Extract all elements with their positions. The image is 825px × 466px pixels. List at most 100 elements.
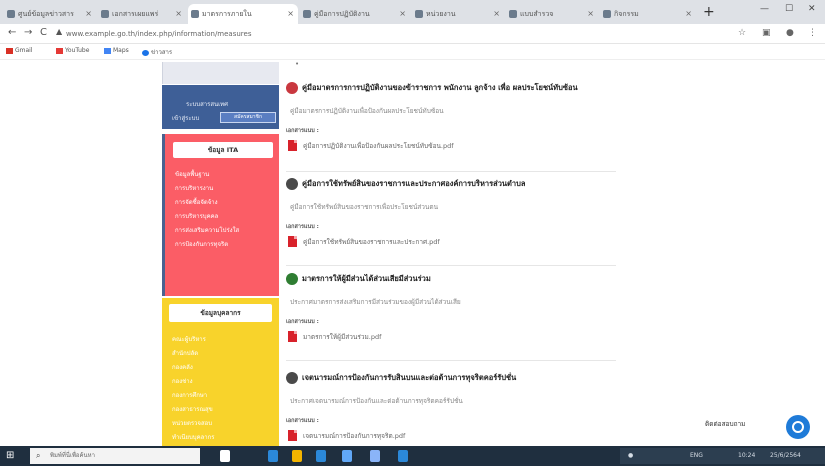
- attachment-label: เอกสารแนบ :: [286, 224, 319, 230]
- personnel-menu-link[interactable]: กองคลัง: [172, 362, 193, 372]
- star-icon[interactable]: ☆: [738, 28, 746, 38]
- personnel-menu-link[interactable]: สำนักปลัด: [172, 348, 198, 358]
- ita-menu-link[interactable]: การป้องกันการทุจริต: [175, 239, 228, 249]
- close-icon[interactable]: ×: [85, 4, 92, 24]
- address-bar-row: ← → C ▲ www.example.go.th/index.php/info…: [0, 24, 825, 44]
- attachment-link[interactable]: มาตรการให้ผู้มีส่วนร่วม.pdf: [303, 332, 381, 342]
- browser-tab-active[interactable]: มาตรการภายใน ×: [188, 4, 298, 24]
- url-input[interactable]: www.example.go.th/index.php/information/…: [66, 27, 716, 41]
- tray-clock[interactable]: 10:24: [738, 452, 755, 459]
- personnel-menu-link[interactable]: หน่วยตรวจสอบ: [172, 418, 212, 428]
- personnel-menu-link[interactable]: กองช่าง: [172, 376, 193, 386]
- close-icon[interactable]: ×: [587, 4, 594, 24]
- section-title[interactable]: คู่มือมาตรการการปฏิบัติงานของข้าราชการ พ…: [302, 82, 578, 94]
- sidebar: ระบบสารสนเทศ เข้าสู่ระบบ สมัครสมาชิก ข้อ…: [162, 60, 279, 446]
- favicon-icon: [101, 10, 109, 18]
- chrome-icon[interactable]: [370, 450, 380, 462]
- close-icon[interactable]: ×: [175, 4, 182, 24]
- browser-tab[interactable]: กิจกรรม ×: [600, 4, 696, 24]
- section-description: คู่มือการใช้ทรัพย์สินของราชการเพื่อประโย…: [290, 203, 439, 211]
- login-link[interactable]: เข้าสู่ระบบ: [172, 113, 199, 123]
- browser-tab[interactable]: แบบสำรวจ ×: [506, 4, 598, 24]
- section-title[interactable]: คู่มือการใช้ทรัพย์สินของราชการและประกาศอ…: [302, 178, 526, 190]
- browser-tab[interactable]: คู่มือการปฏิบัติงาน ×: [300, 4, 410, 24]
- close-window-icon[interactable]: ✕: [808, 4, 816, 14]
- ita-menu-link[interactable]: ข้อมูลพื้นฐาน: [175, 169, 209, 179]
- favicon-icon: [191, 10, 199, 18]
- store-icon[interactable]: [316, 450, 326, 462]
- mail-icon[interactable]: [342, 450, 352, 462]
- file-explorer-icon[interactable]: [292, 450, 302, 462]
- extensions-icon[interactable]: ▣: [762, 28, 771, 38]
- chat-label: ติดต่อสอบถาม: [705, 420, 746, 428]
- favicon-icon: [303, 10, 311, 18]
- section-icon: [286, 178, 298, 190]
- bookmark-item[interactable]: ข่าวสาร: [142, 47, 172, 57]
- personnel-menu-link[interactable]: กองการศึกษา: [172, 390, 207, 400]
- back-arrow-icon[interactable]: ←: [8, 27, 16, 38]
- section-icon: [286, 82, 298, 94]
- bookmark-item[interactable]: YouTube: [56, 47, 89, 54]
- section-divider: [286, 265, 616, 266]
- pdf-file-icon: [288, 430, 297, 441]
- os-taskbar: ⊞ ⌕ พิมพ์ที่นี่เพื่อค้นหา ● ENG 10:24 25…: [0, 446, 825, 466]
- attachment-link[interactable]: คู่มือการปฏิบัติงานเพื่อป้องกันผลประโยชน…: [303, 141, 454, 151]
- sidebar-top-panel: [162, 62, 279, 84]
- login-title: ระบบสารสนเทศ: [186, 101, 228, 108]
- tray-date[interactable]: 25/6/2564: [770, 452, 801, 459]
- attachment-link[interactable]: คู่มือการใช้ทรัพย์สินของราชการและประกาศ.…: [303, 237, 440, 247]
- close-icon[interactable]: ×: [287, 4, 294, 24]
- new-tab-plus-icon[interactable]: +: [703, 3, 715, 21]
- ita-menu-link[interactable]: การบริหารบุคคล: [175, 211, 218, 221]
- bookmark-icon: [6, 47, 13, 54]
- word-icon[interactable]: [398, 450, 408, 462]
- bookmark-icon: [56, 47, 63, 54]
- close-icon[interactable]: ×: [399, 4, 406, 24]
- notification-icon[interactable]: ●: [628, 452, 633, 459]
- section-divider: [286, 360, 616, 361]
- attachment-link[interactable]: เจตนารมณ์การป้องกันการทุจริต.pdf: [303, 431, 405, 441]
- maximize-icon[interactable]: ☐: [785, 4, 793, 14]
- task-view-icon[interactable]: [220, 450, 230, 462]
- browser-tab[interactable]: หน่วยงาน ×: [412, 4, 504, 24]
- edge-icon[interactable]: [268, 450, 278, 462]
- main-content: • คู่มือมาตรการการปฏิบัติงานของข้าราชการ…: [286, 60, 616, 446]
- ita-menu-link[interactable]: การส่งเสริมความโปร่งใส: [175, 225, 239, 235]
- register-button[interactable]: สมัครสมาชิก: [220, 112, 276, 123]
- personnel-menu-link[interactable]: ทำเนียบบุคลากร: [172, 432, 215, 442]
- taskbar-search-input[interactable]: ⌕ พิมพ์ที่นี่เพื่อค้นหา: [30, 448, 200, 464]
- browser-tab-bar: ศูนย์ข้อมูลข่าวสาร × เอกสารเผยแพร่ × มาตรก…: [0, 0, 825, 24]
- section-title[interactable]: มาตรการให้ผู้มีส่วนได้ส่วนเสียมีส่วนร่วม: [302, 273, 431, 285]
- tray-language[interactable]: ENG: [690, 452, 703, 459]
- section-divider: [286, 171, 616, 172]
- browser-tab[interactable]: ศูนย์ข้อมูลข่าวสาร ×: [4, 4, 96, 24]
- bullet-glyph: •: [295, 60, 300, 68]
- forward-arrow-icon[interactable]: →: [24, 27, 32, 38]
- ita-menu-panel: ข้อมูล ITA ข้อมูลพื้นฐาน การบริหารงาน กา…: [162, 134, 279, 296]
- personnel-menu-heading: ข้อมูลบุคลากร: [169, 304, 272, 322]
- chat-bubble-icon[interactable]: [786, 415, 810, 439]
- close-icon[interactable]: ×: [685, 4, 692, 24]
- ita-menu-link[interactable]: การบริหารงาน: [175, 183, 213, 193]
- windows-start-icon[interactable]: ⊞: [6, 450, 18, 462]
- menu-dots-icon[interactable]: ⋮: [808, 28, 817, 38]
- favicon-icon: [509, 10, 517, 18]
- attachment-label: เอกสารแนบ :: [286, 418, 319, 424]
- lock-icon: ▲: [56, 27, 63, 36]
- minimize-icon[interactable]: —: [760, 4, 769, 14]
- personnel-menu-link[interactable]: คณะผู้บริหาร: [172, 334, 206, 344]
- bookmark-item[interactable]: Maps: [104, 47, 129, 54]
- close-icon[interactable]: ×: [493, 4, 500, 24]
- reload-icon[interactable]: C: [40, 27, 47, 38]
- profile-icon[interactable]: ●: [786, 28, 794, 38]
- section-title[interactable]: เจตนารมณ์การป้องกันการรับสินบนและต่อต้าน…: [302, 372, 516, 384]
- ita-menu-link[interactable]: การจัดซื้อจัดจ้าง: [175, 197, 218, 207]
- bookmark-item[interactable]: Gmail: [6, 47, 33, 54]
- section-description: ประกาศเจตนารมณ์การป้องกันและต่อต้านการทุ…: [290, 397, 463, 405]
- browser-tab[interactable]: เอกสารเผยแพร่ ×: [98, 4, 186, 24]
- personnel-menu-link[interactable]: กองสาธารณสุข: [172, 404, 213, 414]
- section-description: คู่มือมาตรการปฏิบัติงานเพื่อป้องกันผลประ…: [290, 107, 444, 115]
- personnel-menu-panel: ข้อมูลบุคลากร คณะผู้บริหาร สำนักปลัด กอง…: [162, 298, 279, 446]
- section-icon: [286, 273, 298, 285]
- favicon-icon: [7, 10, 15, 18]
